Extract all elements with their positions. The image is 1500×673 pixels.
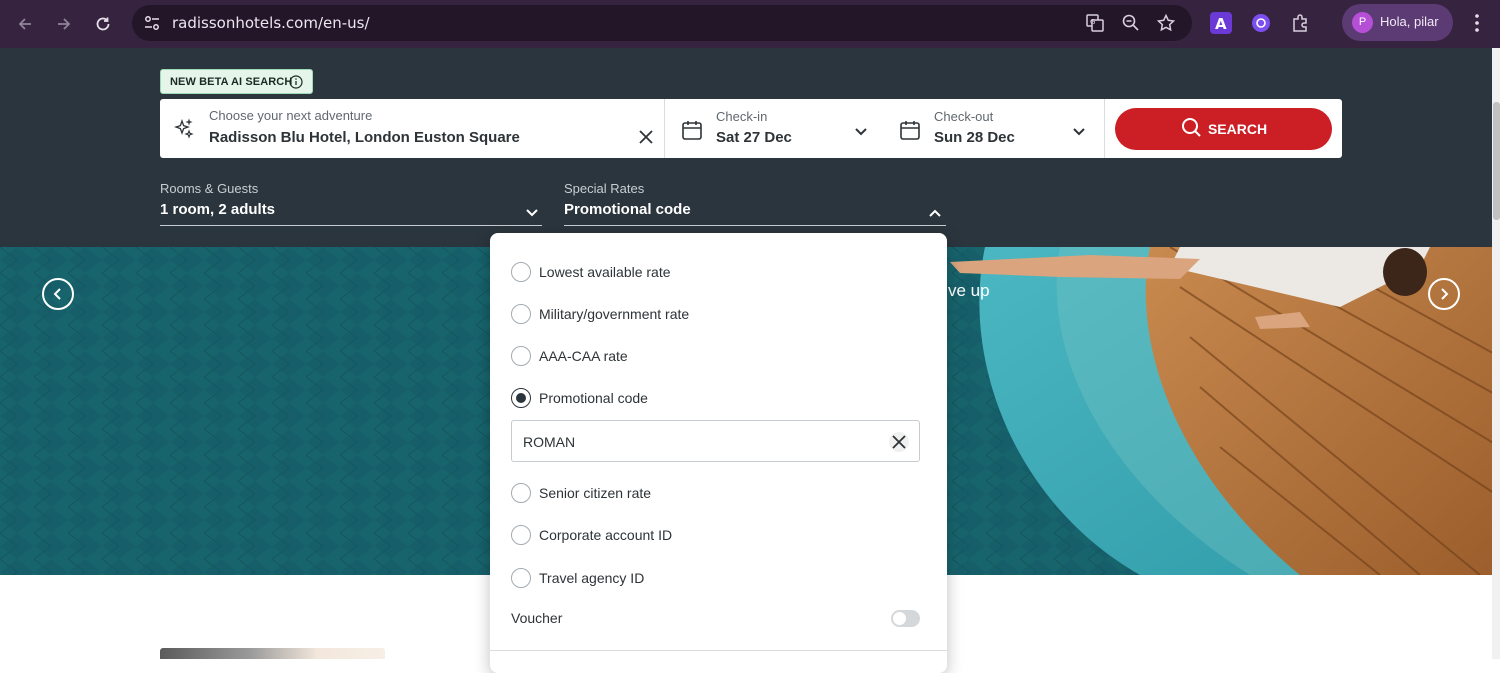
rate-option-travel-agency[interactable]: Travel agency ID [511,566,644,590]
radio-button-selected[interactable] [511,388,531,408]
carousel-next-button[interactable] [1428,278,1460,310]
clear-destination-icon[interactable] [637,128,655,146]
svg-text:A: A [1215,15,1227,33]
svg-text:G: G [1090,18,1095,26]
checkin-field[interactable]: Check-in Sat 27 Dec [666,99,884,158]
rate-option-senior[interactable]: Senior citizen rate [511,481,651,505]
chevron-down-icon[interactable] [854,124,868,136]
bookmark-star-icon[interactable] [1156,13,1176,33]
special-rates-label: Special Rates [564,181,645,196]
destination-value[interactable]: Radisson Blu Hotel, London Euston Square [209,129,520,146]
browser-toolbar: radissonhotels.com/en-us/ G A P Hola, pi… [0,0,1500,48]
rooms-guests-value: 1 room, 2 adults [160,201,276,218]
reload-icon[interactable] [91,12,115,36]
radio-button[interactable] [511,568,531,588]
rooms-guests-label: Rooms & Guests [160,181,259,196]
profile-button[interactable]: P Hola, pilar [1342,4,1453,41]
promo-code-value[interactable]: ROMAN [523,434,575,450]
radio-button[interactable] [511,483,531,503]
chevron-down-icon[interactable] [525,205,539,217]
chevron-left-icon [53,288,61,300]
checkin-value: Sat 27 Dec [716,129,792,146]
rate-option-military[interactable]: Military/government rate [511,302,689,326]
radio-button[interactable] [511,525,531,545]
promo-code-input[interactable]: ROMAN [511,420,920,462]
rate-option-lowest[interactable]: Lowest available rate [511,260,671,284]
url-text[interactable]: radissonhotels.com/en-us/ [172,14,370,32]
site-settings-icon[interactable] [142,13,162,33]
extension-purple-icon[interactable] [1250,12,1272,34]
calendar-icon [681,119,703,141]
search-icon [1180,116,1202,143]
destination-field[interactable]: Choose your next adventure Radisson Blu … [160,99,665,158]
beta-ai-search-badge[interactable]: NEW BETA AI SEARCH [160,69,313,94]
special-rates-select[interactable]: Special Rates Promotional code [564,180,946,226]
browser-menu-icon[interactable] [1470,12,1484,34]
radio-button[interactable] [511,262,531,282]
divider [490,650,947,651]
back-arrow-icon[interactable] [13,12,37,36]
extension-a-icon[interactable]: A [1210,12,1232,34]
divider [1104,99,1105,158]
hero-caption: ve up [948,281,990,300]
checkout-field[interactable]: Check-out Sun 28 Dec [884,99,1104,158]
chevron-up-icon[interactable] [928,205,942,217]
content-thumbnail [160,648,385,659]
voucher-toggle[interactable] [891,610,920,627]
forward-arrow-icon[interactable] [52,12,76,36]
rate-option-promotional-code[interactable]: Promotional code [511,386,648,410]
carousel-prev-button[interactable] [42,278,74,310]
checkin-label: Check-in [716,109,768,124]
info-icon[interactable] [289,75,303,89]
extensions-puzzle-icon[interactable] [1290,12,1312,34]
checkout-value: Sun 28 Dec [934,129,1015,146]
sparkle-icon [173,118,195,140]
profile-name: Hola, pilar [1380,14,1439,29]
clear-promo-code-icon[interactable] [889,432,909,452]
search-button[interactable]: SEARCH [1115,108,1332,150]
scrollbar-thumb[interactable] [1493,102,1500,220]
rate-option-corporate[interactable]: Corporate account ID [511,523,672,547]
address-bar[interactable]: radissonhotels.com/en-us/ G [132,5,1192,41]
rate-option-aaa-caa[interactable]: AAA-CAA rate [511,344,628,368]
booking-search-bar: Choose your next adventure Radisson Blu … [160,99,1342,158]
destination-label: Choose your next adventure [209,108,373,123]
chevron-right-icon [1441,288,1449,300]
special-rates-value: Promotional code [564,201,691,218]
chevron-down-icon[interactable] [1072,124,1086,136]
special-rates-dropdown: Lowest available rate Military/governmen… [490,233,947,673]
radio-button[interactable] [511,304,531,324]
zoom-icon[interactable] [1121,13,1141,33]
rooms-guests-select[interactable]: Rooms & Guests 1 room, 2 adults [160,180,542,226]
radio-button[interactable] [511,346,531,366]
toggle-knob [893,612,906,625]
voucher-label: Voucher [511,610,563,626]
checkout-label: Check-out [934,109,994,124]
calendar-icon [899,119,921,141]
search-button-label: SEARCH [1207,121,1268,137]
avatar: P [1352,12,1373,33]
translate-icon[interactable]: G [1085,13,1105,33]
